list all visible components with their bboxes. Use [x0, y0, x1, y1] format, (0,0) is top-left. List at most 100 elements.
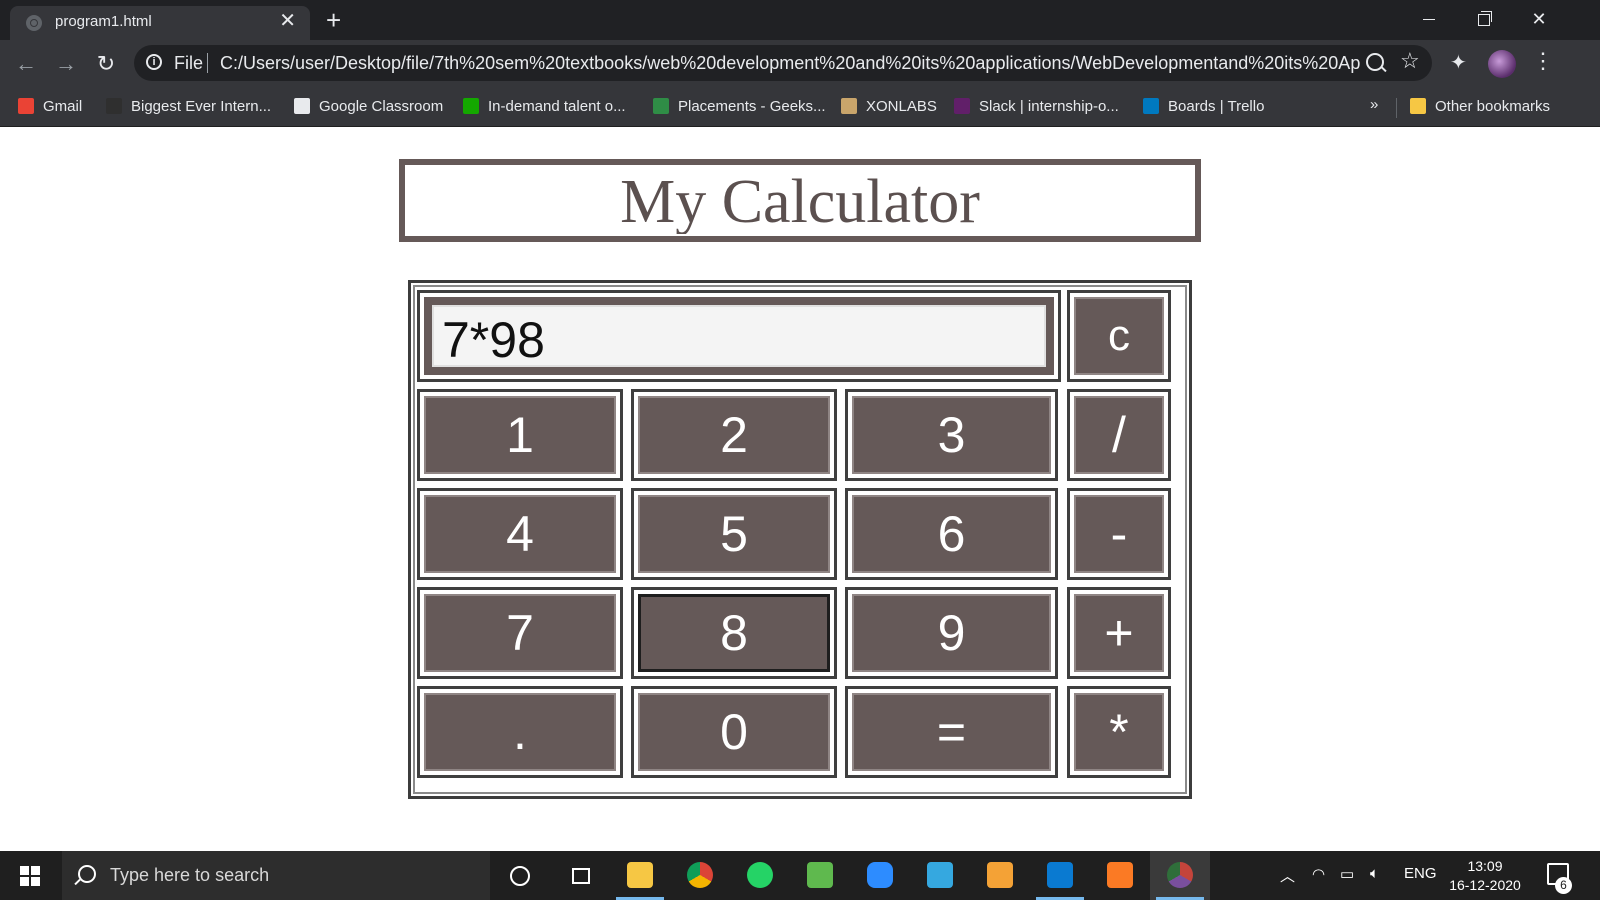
bookmark-geeksforgeeks[interactable]: Placements - Geeks... — [653, 96, 826, 118]
upwork-icon — [463, 98, 479, 114]
zoom-icon[interactable] — [1366, 53, 1384, 71]
close-window-icon[interactable]: ✕ — [1524, 4, 1554, 34]
info-icon[interactable]: i — [146, 54, 162, 70]
add-button[interactable]: + — [1074, 594, 1164, 672]
slack-icon — [954, 98, 970, 114]
address-bar[interactable]: i File C:/Users/user/Desktop/file/7th%20… — [134, 45, 1432, 81]
screen: program1.html ✕ + ✕ ← → ↻ i File C:/User… — [0, 0, 1600, 900]
search-icon — [78, 865, 96, 883]
key-0-button[interactable]: 0 — [638, 693, 830, 771]
bookmark-label: Placements - Geeks... — [678, 98, 826, 115]
tab-title: program1.html — [55, 13, 152, 30]
key-6-button[interactable]: 6 — [852, 495, 1051, 573]
reload-icon[interactable]: ↻ — [92, 50, 120, 78]
whatsapp-icon[interactable] — [730, 851, 790, 900]
key-1-button[interactable]: 1 — [424, 396, 616, 474]
key-cell: / — [1067, 389, 1171, 481]
calculator-display[interactable]: 7*98 — [432, 305, 1046, 368]
restore-icon[interactable] — [1468, 4, 1498, 34]
minimize-icon[interactable] — [1414, 4, 1444, 34]
clock-time: 13:09 — [1467, 858, 1503, 874]
clear-cell: c — [1067, 290, 1171, 382]
bookmark-xonlabs[interactable]: XONLABS — [841, 96, 937, 118]
key-cell: + — [1067, 587, 1171, 679]
back-arrow-icon[interactable]: ← — [12, 50, 40, 78]
key-cell: 4 — [417, 488, 623, 580]
url-separator — [207, 53, 208, 73]
key-9-button[interactable]: 9 — [852, 594, 1051, 672]
equals-button[interactable]: = — [852, 693, 1051, 771]
game-icon[interactable] — [790, 851, 850, 900]
bookmark-slack[interactable]: Slack | internship-o... — [954, 96, 1119, 118]
key-cell: 0 — [631, 686, 837, 778]
key-cell: 5 — [631, 488, 837, 580]
key-5-button[interactable]: 5 — [638, 495, 830, 573]
screen-recorder-icon[interactable] — [910, 851, 970, 900]
key-cell: 6 — [845, 488, 1058, 580]
bookmark-google-classroom[interactable]: Google Classroom — [294, 96, 443, 118]
profile-avatar[interactable] — [1488, 50, 1516, 78]
media-player-icon[interactable] — [970, 851, 1030, 900]
bookmark-label: Boards | Trello — [1168, 98, 1265, 115]
taskbar-clock[interactable]: 13:09 16-12-2020 — [1440, 857, 1530, 895]
clear-button[interactable]: c — [1074, 297, 1164, 375]
key-3-button[interactable]: 3 — [852, 396, 1051, 474]
extensions-icon[interactable]: ✦ — [1450, 50, 1467, 75]
web-page: My Calculator 7*98 c 1 2 3 / 4 5 6 - 7 8… — [0, 127, 1600, 833]
notification-count-badge: 6 — [1555, 877, 1572, 894]
key-8-button[interactable]: 8 — [638, 594, 830, 672]
url-text[interactable]: C:/Users/user/Desktop/file/7th%20sem%20t… — [220, 53, 1360, 74]
xampp-icon[interactable] — [1090, 851, 1150, 900]
subtract-button[interactable]: - — [1074, 495, 1164, 573]
calculator-table: 7*98 c 1 2 3 / 4 5 6 - 7 8 9 + . 0 = * — [408, 280, 1192, 799]
bookmark-trello[interactable]: Boards | Trello — [1143, 96, 1264, 118]
browser-toolbar: ← → ↻ i File C:/Users/user/Desktop/file/… — [0, 40, 1600, 88]
globe-icon — [26, 15, 42, 31]
battery-icon[interactable]: ▭ — [1340, 865, 1354, 883]
browser-tab-strip: program1.html ✕ + ✕ — [0, 0, 1600, 40]
chrome-profile-icon[interactable] — [1150, 851, 1210, 900]
zoom-app-icon[interactable] — [850, 851, 910, 900]
key-7-button[interactable]: 7 — [424, 594, 616, 672]
volume-icon[interactable]: 🔈︎ — [1370, 865, 1379, 882]
other-bookmarks-folder[interactable]: Other bookmarks — [1410, 96, 1550, 118]
key-cell: - — [1067, 488, 1171, 580]
divide-button[interactable]: / — [1074, 396, 1164, 474]
close-tab-icon[interactable]: ✕ — [279, 11, 296, 31]
multiply-button[interactable]: * — [1074, 693, 1164, 771]
url-scheme: File — [174, 53, 204, 73]
taskbar-search[interactable]: Type here to search — [62, 851, 490, 900]
key-4-button[interactable]: 4 — [424, 495, 616, 573]
more-bookmarks-button[interactable]: » — [1370, 96, 1378, 113]
classroom-icon — [294, 98, 310, 114]
forward-arrow-icon[interactable]: → — [52, 50, 80, 78]
browser-tab[interactable]: program1.html ✕ — [10, 6, 310, 40]
geeksforgeeks-icon — [653, 98, 669, 114]
key-cell: 9 — [845, 587, 1058, 679]
decimal-button[interactable]: . — [424, 693, 616, 771]
more-menu-icon[interactable]: ⋮ — [1532, 50, 1554, 72]
windows-taskbar: Type here to search ︿ ◠ ▭ 🔈︎ ENG 13:09 1… — [0, 851, 1600, 900]
file-explorer-icon[interactable] — [610, 851, 670, 900]
bookmark-gmail[interactable]: Gmail — [18, 96, 82, 118]
bookmark-star-icon[interactable]: ☆ — [1400, 48, 1420, 74]
key-2-button[interactable]: 2 — [638, 396, 830, 474]
vscode-icon[interactable] — [1030, 851, 1090, 900]
key-cell: 7 — [417, 587, 623, 679]
key-cell: 2 — [631, 389, 837, 481]
cortana-icon[interactable] — [490, 851, 550, 900]
windows-start-icon[interactable] — [0, 851, 60, 900]
wifi-icon[interactable]: ◠ — [1312, 865, 1325, 883]
bookmark-label: Biggest Ever Intern... — [131, 98, 272, 115]
folder-icon — [1410, 98, 1426, 114]
bookmark-internshala[interactable]: Biggest Ever Intern... — [106, 96, 271, 118]
key-cell: * — [1067, 686, 1171, 778]
task-view-icon[interactable] — [550, 851, 610, 900]
new-tab-button[interactable]: + — [326, 7, 341, 33]
display-cell: 7*98 — [417, 290, 1061, 382]
key-cell: 1 — [417, 389, 623, 481]
language-indicator[interactable]: ENG — [1404, 865, 1437, 882]
chrome-icon[interactable] — [670, 851, 730, 900]
bookmark-upwork[interactable]: In-demand talent o... — [463, 96, 626, 118]
show-hidden-icons-icon[interactable]: ︿ — [1280, 865, 1295, 886]
